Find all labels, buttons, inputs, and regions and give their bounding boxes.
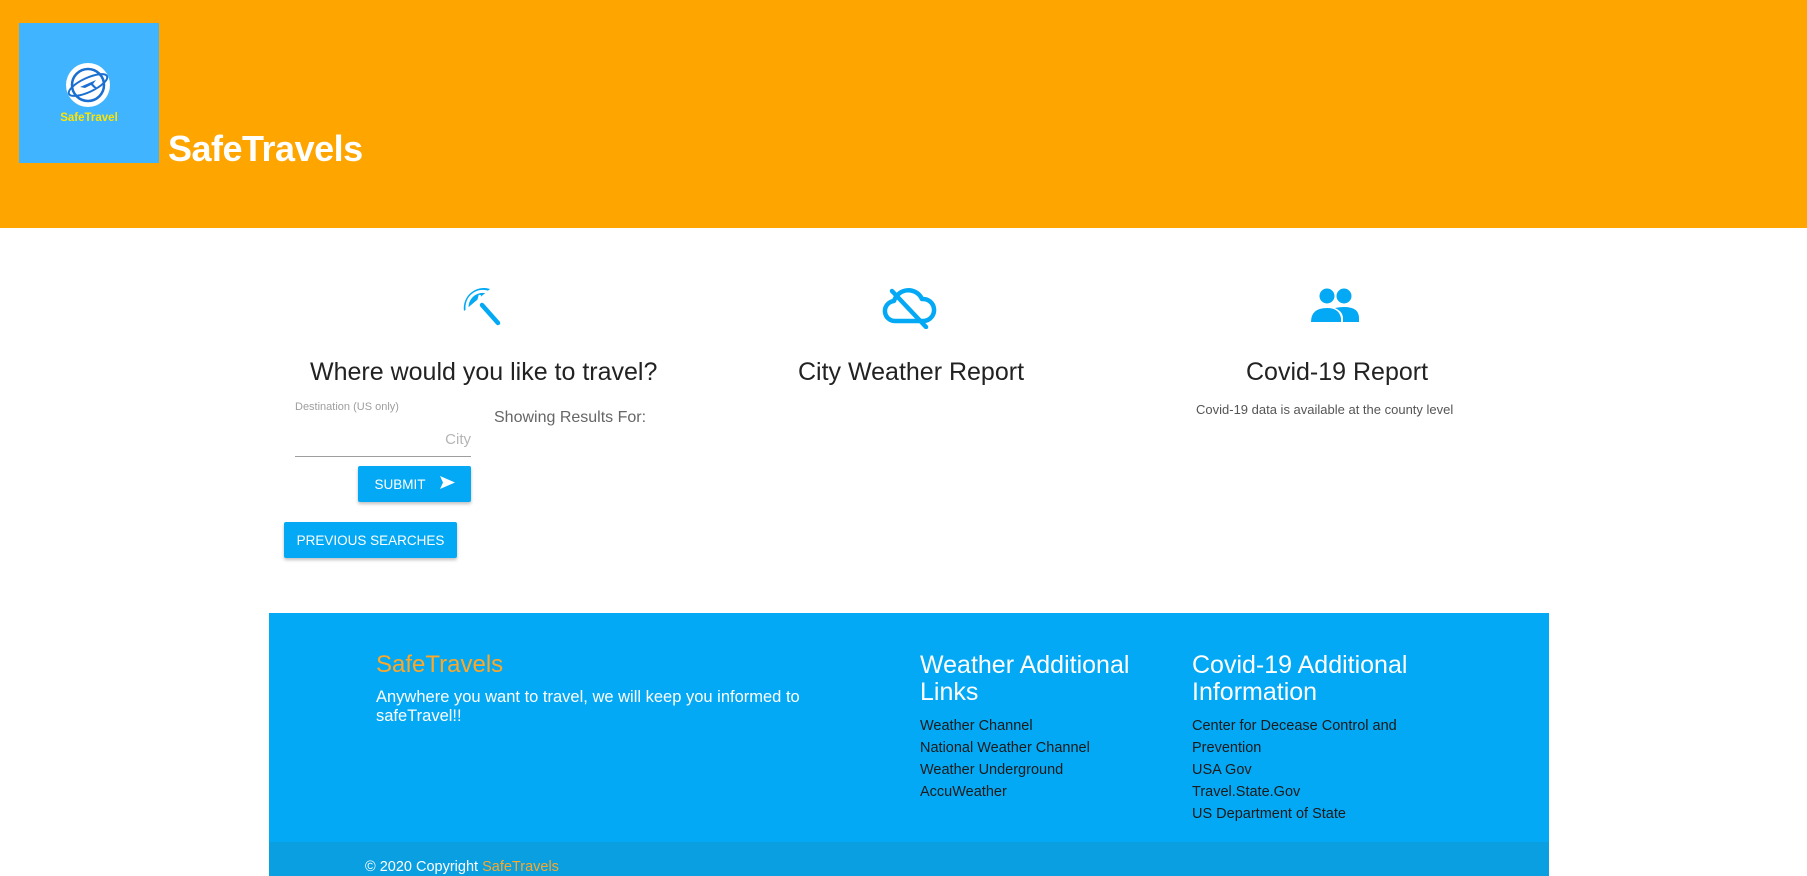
weather-link[interactable]: Weather Underground <box>920 759 1160 781</box>
people-icon <box>1309 286 1361 331</box>
submit-button[interactable]: SUBMIT <box>358 466 471 502</box>
weather-links-list: Weather Channel National Weather Channel… <box>920 715 1160 803</box>
site-header: SafeTravel SafeTravels <box>0 0 1807 228</box>
weather-link[interactable]: AccuWeather <box>920 781 1160 803</box>
weather-links-heading: Weather Additional Links <box>920 651 1130 706</box>
covid-links-list: Center for Decease Control and Preventio… <box>1192 715 1422 825</box>
covid-link[interactable]: Travel.State.Gov <box>1192 781 1422 803</box>
covid-link[interactable]: US Department of State <box>1192 803 1422 825</box>
beach-umbrella-icon <box>460 283 504 332</box>
globe-plane-icon <box>66 63 110 107</box>
send-icon <box>439 476 455 492</box>
showing-results-label: Showing Results For: <box>494 409 647 426</box>
submit-label: SUBMIT <box>374 476 426 492</box>
copyright-text: © 2020 Copyright <box>365 859 479 875</box>
weather-link[interactable]: National Weather Channel <box>920 737 1160 759</box>
footer-tagline: Anywhere you want to travel, we will kee… <box>376 688 800 725</box>
logo[interactable]: SafeTravel <box>19 23 159 163</box>
previous-searches-button[interactable]: PREVIOUS SEARCHES <box>284 522 457 558</box>
covid-link[interactable]: Center for Decease Control and Preventio… <box>1192 715 1422 759</box>
footer-brand: SafeTravels <box>376 651 504 678</box>
covid-title: Covid-19 Report <box>1246 358 1429 386</box>
travel-title: Where would you like to travel? <box>310 358 658 386</box>
site-footer: SafeTravels Anywhere you want to travel,… <box>269 613 1549 876</box>
copyright: © 2020 Copyright SafeTravels <box>365 859 559 875</box>
city-input[interactable] <box>295 422 471 457</box>
weather-link[interactable]: Weather Channel <box>920 715 1160 737</box>
covid-links-heading: Covid-19 Additional Information <box>1192 651 1408 706</box>
copyright-brand[interactable]: SafeTravels <box>482 859 559 875</box>
weather-title: City Weather Report <box>798 358 1025 386</box>
logo-text: SafeTravel <box>60 112 118 124</box>
brand-title[interactable]: SafeTravels <box>168 128 363 170</box>
cloud-off-icon <box>880 285 938 334</box>
covid-link[interactable]: USA Gov <box>1192 759 1422 781</box>
covid-subtitle: Covid-19 data is available at the county… <box>1196 402 1454 417</box>
destination-label: Destination (US only) <box>295 401 399 413</box>
